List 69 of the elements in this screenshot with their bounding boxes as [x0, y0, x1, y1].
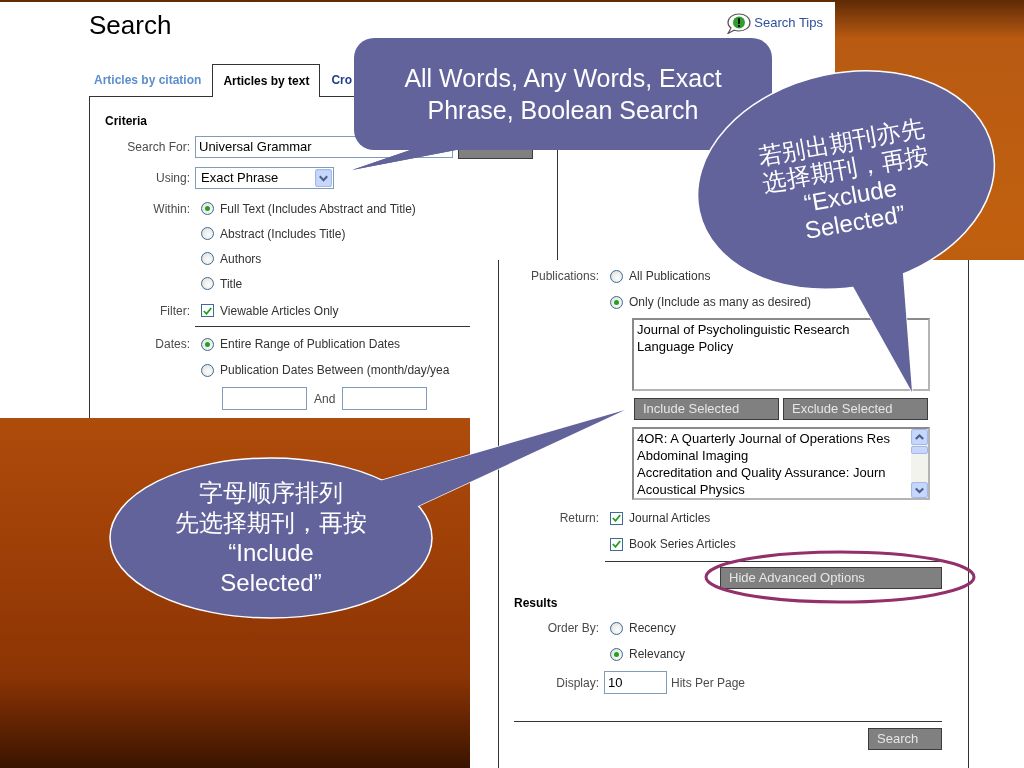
option-label: Only (Include as many as desired) [629, 295, 812, 309]
option-label: Journal Articles [629, 511, 711, 525]
option-label: Recency [629, 621, 676, 635]
callout-text: 字母顺序排列 先选择期刊，再按 “Include Selected” [175, 478, 367, 598]
field-label: Hits Per Page [671, 675, 746, 690]
dropdown-select[interactable]: Exact Phrase [195, 167, 334, 189]
option-label: Entire Range of Publication Dates [220, 337, 401, 351]
field-label: Publications: [530, 269, 599, 283]
field-label: Within: [153, 201, 190, 216]
list-item[interactable]: Abdominal Imaging [637, 447, 749, 464]
radio-button[interactable] [610, 647, 623, 661]
scroll-up-icon[interactable] [911, 429, 928, 445]
check-icon [612, 540, 621, 548]
radio-button[interactable] [201, 227, 214, 240]
date-input[interactable] [222, 387, 307, 410]
check-icon [203, 306, 212, 315]
field-label: Display: [556, 675, 599, 690]
scrollbar-track[interactable] [911, 429, 928, 498]
list-box[interactable]: Journal of Psycholinguistic Research Language Policy [632, 318, 930, 391]
callout-text: 若别出期刊亦先 选择期刊，再按 “Exclude Selected” [755, 114, 932, 246]
option-label: Abstract (Includes Title) [220, 226, 346, 241]
date-input[interactable] [342, 387, 428, 410]
radio-button[interactable] [201, 252, 214, 265]
field-label: Order By: [547, 621, 599, 635]
checkbox[interactable] [610, 511, 623, 525]
option-label: All Publications [629, 269, 711, 283]
scrollbar-thumb[interactable] [911, 446, 928, 454]
tab[interactable]: Articles by text [212, 64, 321, 97]
list-box[interactable]: 4OR: A Quarterly Journal of Operations Res Abdominal Imaging Accreditation and Quality Assurance: Journ Acoustical Physics [632, 427, 930, 500]
callout-text: All Words, Any Words, Exact Phrase, Boolean Search [404, 63, 722, 126]
field-label: Using: [156, 171, 190, 185]
radio-button[interactable] [610, 269, 623, 283]
tab[interactable]: Cro [328, 64, 356, 96]
check-icon [612, 514, 621, 522]
search-tips-link[interactable]: Search Tips [754, 13, 823, 33]
field-label: Filter: [160, 303, 190, 318]
list-item[interactable]: 4OR: A Quarterly Journal of Operations Res [637, 430, 890, 447]
list-item[interactable]: Accreditation and Quality Assurance: Journ [637, 464, 886, 481]
section-heading: Criteria [105, 114, 148, 128]
list-item[interactable]: Language Policy [637, 338, 734, 355]
checkbox[interactable] [201, 304, 214, 317]
field-label: Return: [559, 511, 599, 525]
radio-button[interactable] [610, 295, 623, 309]
list-item[interactable]: Journal of Psycholinguistic Research [637, 321, 850, 338]
radio-button[interactable] [201, 363, 214, 377]
section-heading: Results [514, 596, 558, 610]
radio-button[interactable] [201, 277, 214, 290]
radio-button[interactable] [610, 621, 623, 635]
option-label: Book Series Articles [629, 537, 736, 551]
option-label: Viewable Articles Only [220, 303, 339, 318]
tab[interactable]: Articles by citation [91, 64, 205, 96]
option-label: Relevancy [629, 647, 686, 661]
radio-button[interactable] [201, 202, 214, 215]
option-label: Title [220, 276, 243, 291]
field-label: Search For: [127, 140, 190, 154]
chevron-down-icon[interactable] [315, 169, 332, 187]
covered-button[interactable] [458, 149, 533, 159]
list-item[interactable]: Acoustical Physics [637, 481, 745, 498]
scroll-down-icon[interactable] [911, 482, 928, 498]
hits-input[interactable]: 10 [604, 671, 667, 694]
radio-button[interactable] [201, 337, 214, 351]
tip-bubble-icon [727, 12, 752, 34]
field-label: Dates: [155, 337, 190, 351]
page-title: Search [89, 10, 172, 40]
option-label: Publication Dates Between (month/day/yea [220, 363, 450, 377]
field-label: And [314, 391, 336, 406]
checkbox[interactable] [610, 537, 623, 551]
option-label: Authors [220, 251, 262, 266]
option-label: Full Text (Includes Abstract and Title) [220, 201, 416, 216]
